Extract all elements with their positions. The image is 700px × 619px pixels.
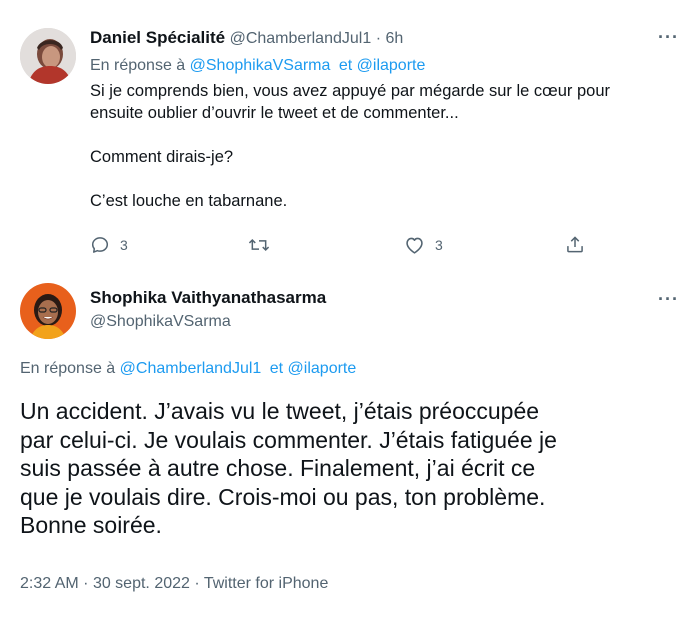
avatar-photo-icon bbox=[20, 28, 76, 84]
text-line: ensuite oublier d’ouvrir le tweet et de … bbox=[90, 104, 459, 122]
reply-button[interactable]: 3 bbox=[90, 235, 128, 255]
more-options-icon[interactable]: ··· bbox=[658, 289, 679, 310]
like-button[interactable]: 3 bbox=[404, 235, 443, 255]
text-line: Comment dirais-je? bbox=[90, 148, 234, 166]
reply-prefix: En réponse à bbox=[20, 360, 116, 377]
handle[interactable]: @ShophikaVSarma bbox=[90, 313, 231, 331]
handle[interactable]: @ChamberlandJul1 bbox=[230, 30, 372, 47]
retweet-button[interactable] bbox=[248, 235, 270, 255]
tweet-1-header: Daniel Spécialité @ChamberlandJul1 · 6h bbox=[90, 28, 403, 48]
mention-link[interactable]: @ShophikaVSarma bbox=[190, 57, 331, 74]
separator: · bbox=[375, 30, 382, 47]
text-line: Bonne soirée. bbox=[20, 512, 162, 538]
reply-count: 3 bbox=[120, 237, 128, 253]
share-button[interactable] bbox=[565, 234, 585, 255]
source-app[interactable]: Twitter for iPhone bbox=[204, 575, 329, 592]
timestamp[interactable]: 6h bbox=[385, 30, 403, 47]
text-line: par celui-ci. Je voulais commenter. J’ét… bbox=[20, 426, 557, 453]
text-line: Un accident. J’avais vu le tweet, j’étai… bbox=[20, 398, 540, 424]
heart-icon bbox=[406, 237, 423, 254]
text-line: Si je comprends bien, vous avez appuyé p… bbox=[90, 82, 611, 100]
display-name[interactable]: Daniel Spécialité bbox=[90, 28, 225, 47]
time[interactable]: 2:32 AM bbox=[20, 575, 79, 592]
display-name[interactable]: Shophika Vaithyanathasarma bbox=[90, 288, 326, 308]
mention-link[interactable]: @ChamberlandJul1 bbox=[120, 360, 262, 377]
tweet-2-text: Un accident. J’avais vu le tweet, j’étai… bbox=[20, 397, 690, 540]
reply-icon bbox=[91, 237, 109, 253]
avatar-photo-icon bbox=[20, 283, 76, 339]
reply-context: En réponse à @ShophikaVSarma et @ilaport… bbox=[90, 57, 425, 75]
reply-context: En réponse à @ChamberlandJul1 et @ilapor… bbox=[20, 360, 356, 378]
retweet-icon bbox=[248, 238, 270, 252]
text-line: C’est louche en tabarnane. bbox=[90, 192, 288, 210]
text-line: suis passée à autre chose. Finalement, j… bbox=[20, 455, 536, 481]
text-line: que je voulais dire. Crois-moi ou pas, t… bbox=[20, 483, 546, 510]
avatar-shophika[interactable] bbox=[20, 283, 76, 339]
date[interactable]: 30 sept. 2022 bbox=[93, 575, 190, 592]
mention-link[interactable]: @ilaporte bbox=[357, 57, 426, 74]
reply-prefix: En réponse à bbox=[90, 57, 186, 74]
reply-and: et bbox=[338, 57, 353, 74]
tweet-1-text: Si je comprends bien, vous avez appuyé p… bbox=[90, 80, 670, 212]
separator: · bbox=[83, 575, 89, 592]
avatar-daniel[interactable] bbox=[20, 28, 76, 84]
like-count: 3 bbox=[435, 237, 443, 253]
tweet-timestamp: 2:32 AM · 30 sept. 2022 · Twitter for iP… bbox=[20, 575, 328, 593]
share-icon bbox=[567, 236, 583, 253]
separator: · bbox=[194, 575, 200, 592]
reply-and: et bbox=[269, 360, 284, 377]
mention-link[interactable]: @ilaporte bbox=[288, 360, 357, 377]
more-options-icon[interactable]: ··· bbox=[658, 27, 679, 48]
